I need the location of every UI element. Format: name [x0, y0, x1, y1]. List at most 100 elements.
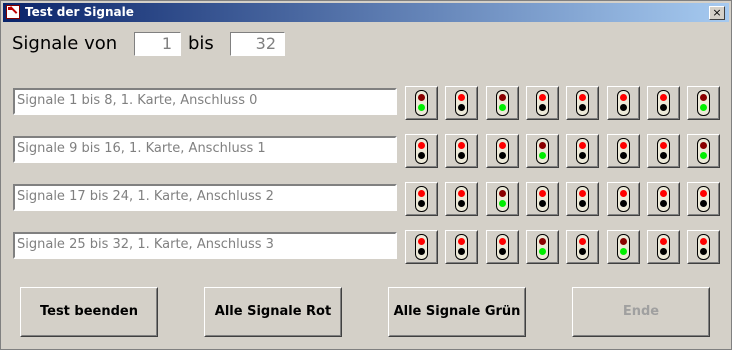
- green-lamp: [499, 104, 506, 111]
- red-lamp: [499, 142, 506, 149]
- signal-button[interactable]: [687, 182, 720, 216]
- green-lamp: [620, 152, 627, 159]
- signal-button[interactable]: [486, 134, 519, 168]
- red-lamp: [458, 238, 465, 245]
- green-lamp: [660, 248, 667, 255]
- all-red-button[interactable]: Alle Signale Rot: [204, 287, 342, 337]
- traffic-light-icon: [576, 138, 589, 164]
- signal-button[interactable]: [647, 230, 680, 264]
- red-lamp: [418, 190, 425, 197]
- row-label-field[interactable]: Signale 1 bis 8, 1. Karte, Anschluss 0: [13, 88, 397, 115]
- signal-button[interactable]: [526, 230, 559, 264]
- traffic-light-icon: [576, 90, 589, 116]
- signal-button[interactable]: [405, 182, 438, 216]
- signal-button[interactable]: [687, 134, 720, 168]
- green-lamp: [579, 248, 586, 255]
- range-from-field[interactable]: 1: [134, 32, 181, 56]
- signal-button[interactable]: [445, 86, 478, 120]
- traffic-light-icon: [455, 90, 468, 116]
- signal-button[interactable]: [566, 182, 599, 216]
- traffic-light-icon: [657, 234, 670, 260]
- signal-button[interactable]: [566, 134, 599, 168]
- red-lamp: [499, 94, 506, 101]
- row-label-field[interactable]: Signale 25 bis 32, 1. Karte, Anschluss 3: [13, 232, 397, 259]
- signal-button[interactable]: [526, 182, 559, 216]
- green-lamp: [579, 200, 586, 207]
- red-lamp: [539, 142, 546, 149]
- red-lamp: [700, 238, 707, 245]
- traffic-light-icon: [657, 186, 670, 212]
- red-lamp: [660, 238, 667, 245]
- test-signals-window: Test der Signale × Signale von 1 bis 32 …: [0, 0, 732, 350]
- green-lamp: [539, 104, 546, 111]
- red-lamp: [579, 190, 586, 197]
- traffic-light-icon: [536, 186, 549, 212]
- signal-button[interactable]: [405, 134, 438, 168]
- red-lamp: [499, 190, 506, 197]
- green-lamp: [700, 248, 707, 255]
- traffic-light-icon: [697, 234, 710, 260]
- traffic-light-icon: [536, 90, 549, 116]
- red-lamp: [660, 94, 667, 101]
- row-label-field[interactable]: Signale 17 bis 24, 1. Karte, Anschluss 2: [13, 184, 397, 211]
- green-lamp: [418, 248, 425, 255]
- range-to-field[interactable]: 32: [230, 32, 285, 56]
- red-lamp: [579, 238, 586, 245]
- signal-button[interactable]: [566, 230, 599, 264]
- signal-button[interactable]: [445, 134, 478, 168]
- signal-button[interactable]: [607, 182, 640, 216]
- test-end-button[interactable]: Test beenden: [20, 287, 158, 337]
- green-lamp: [418, 104, 425, 111]
- green-lamp: [620, 200, 627, 207]
- green-lamp: [620, 104, 627, 111]
- signal-button[interactable]: [687, 86, 720, 120]
- traffic-light-icon: [536, 138, 549, 164]
- red-lamp: [418, 142, 425, 149]
- red-lamp: [458, 190, 465, 197]
- traffic-light-icon: [496, 186, 509, 212]
- signal-button[interactable]: [607, 230, 640, 264]
- traffic-light-icon: [415, 138, 428, 164]
- red-lamp: [700, 142, 707, 149]
- signal-button[interactable]: [526, 86, 559, 120]
- red-lamp: [700, 94, 707, 101]
- signal-button[interactable]: [607, 86, 640, 120]
- traffic-light-icon: [617, 138, 630, 164]
- traffic-light-icon: [536, 234, 549, 260]
- close-button[interactable]: ×: [709, 6, 725, 20]
- red-lamp: [620, 190, 627, 197]
- red-lamp: [418, 238, 425, 245]
- green-lamp: [458, 152, 465, 159]
- signal-button[interactable]: [566, 86, 599, 120]
- green-lamp: [660, 104, 667, 111]
- signal-button[interactable]: [405, 86, 438, 120]
- red-lamp: [660, 190, 667, 197]
- signal-button[interactable]: [687, 230, 720, 264]
- signal-button[interactable]: [607, 134, 640, 168]
- signal-button[interactable]: [647, 86, 680, 120]
- traffic-light-icon: [697, 186, 710, 212]
- signal-button[interactable]: [486, 86, 519, 120]
- green-lamp: [579, 104, 586, 111]
- traffic-light-icon: [415, 186, 428, 212]
- all-green-button[interactable]: Alle Signale Grün: [388, 287, 526, 337]
- signal-button[interactable]: [486, 182, 519, 216]
- traffic-light-icon: [415, 234, 428, 260]
- signal-button[interactable]: [445, 230, 478, 264]
- traffic-light-icon: [576, 234, 589, 260]
- signal-button[interactable]: [445, 182, 478, 216]
- green-lamp: [700, 104, 707, 111]
- signal-button[interactable]: [486, 230, 519, 264]
- signal-button[interactable]: [405, 230, 438, 264]
- traffic-light-icon: [455, 186, 468, 212]
- green-lamp: [458, 200, 465, 207]
- traffic-light-icon: [697, 138, 710, 164]
- signal-button[interactable]: [526, 134, 559, 168]
- red-lamp: [620, 238, 627, 245]
- signal-button[interactable]: [647, 182, 680, 216]
- end-button[interactable]: Ende: [572, 287, 710, 337]
- red-lamp: [539, 94, 546, 101]
- row-label-field[interactable]: Signale 9 bis 16, 1. Karte, Anschluss 1: [13, 136, 397, 163]
- green-lamp: [458, 248, 465, 255]
- signal-button[interactable]: [647, 134, 680, 168]
